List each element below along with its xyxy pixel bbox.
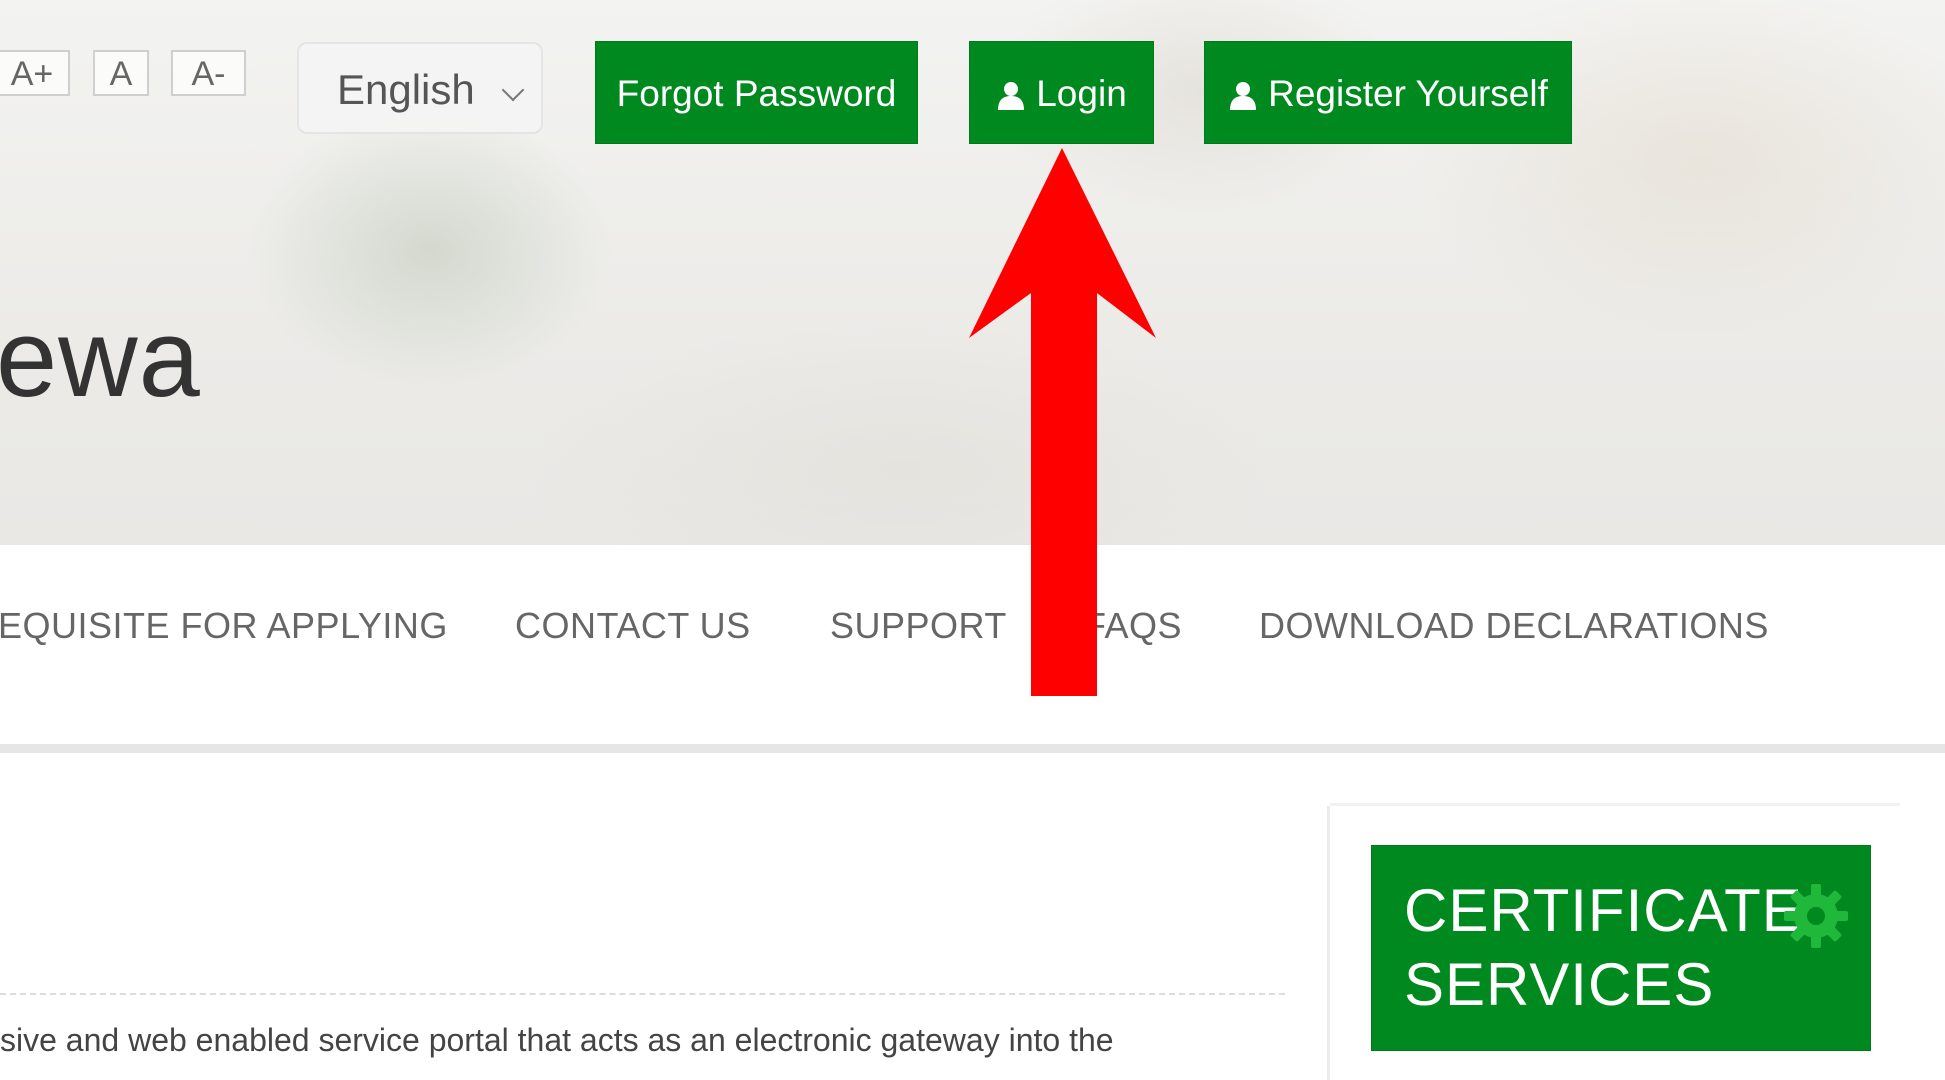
nav-item-contact-us[interactable]: CONTACT US <box>515 605 751 647</box>
language-selected-value: English <box>337 66 475 113</box>
certificate-services-title-line2: SERVICES <box>1404 951 1715 1018</box>
arrow-up-icon <box>969 148 1156 696</box>
register-label: Register Yourself <box>1268 73 1548 114</box>
nav-item-prerequisite[interactable]: EQUISITE FOR APPLYING <box>0 605 448 647</box>
forgot-password-label: Forgot Password <box>616 73 897 114</box>
language-select[interactable]: English <box>297 42 543 134</box>
gear-icon <box>1784 884 1848 948</box>
user-icon <box>998 82 1025 110</box>
chevron-down-icon <box>501 78 525 102</box>
content-divider <box>0 993 1285 995</box>
font-decrease-button[interactable]: A- <box>171 50 246 96</box>
nav-item-download-declarations[interactable]: DOWNLOAD DECLARATIONS <box>1259 605 1769 647</box>
certificate-services-tile[interactable]: CERTIFICATE SERVICES <box>1371 845 1871 1051</box>
forgot-password-button[interactable]: Forgot Password <box>595 41 918 144</box>
login-label: Login <box>1036 73 1127 114</box>
site-title: ewa <box>0 297 201 420</box>
nav-divider <box>0 744 1945 753</box>
font-normal-button[interactable]: A <box>93 50 149 96</box>
intro-text: sive and web enabled service portal that… <box>0 1022 1114 1058</box>
register-yourself-button[interactable]: Register Yourself <box>1204 41 1572 144</box>
user-icon <box>1230 82 1257 110</box>
certificate-services-title-line1: CERTIFICATE <box>1404 877 1803 944</box>
login-button[interactable]: Login <box>969 41 1154 144</box>
font-increase-button[interactable]: A+ <box>0 50 70 96</box>
